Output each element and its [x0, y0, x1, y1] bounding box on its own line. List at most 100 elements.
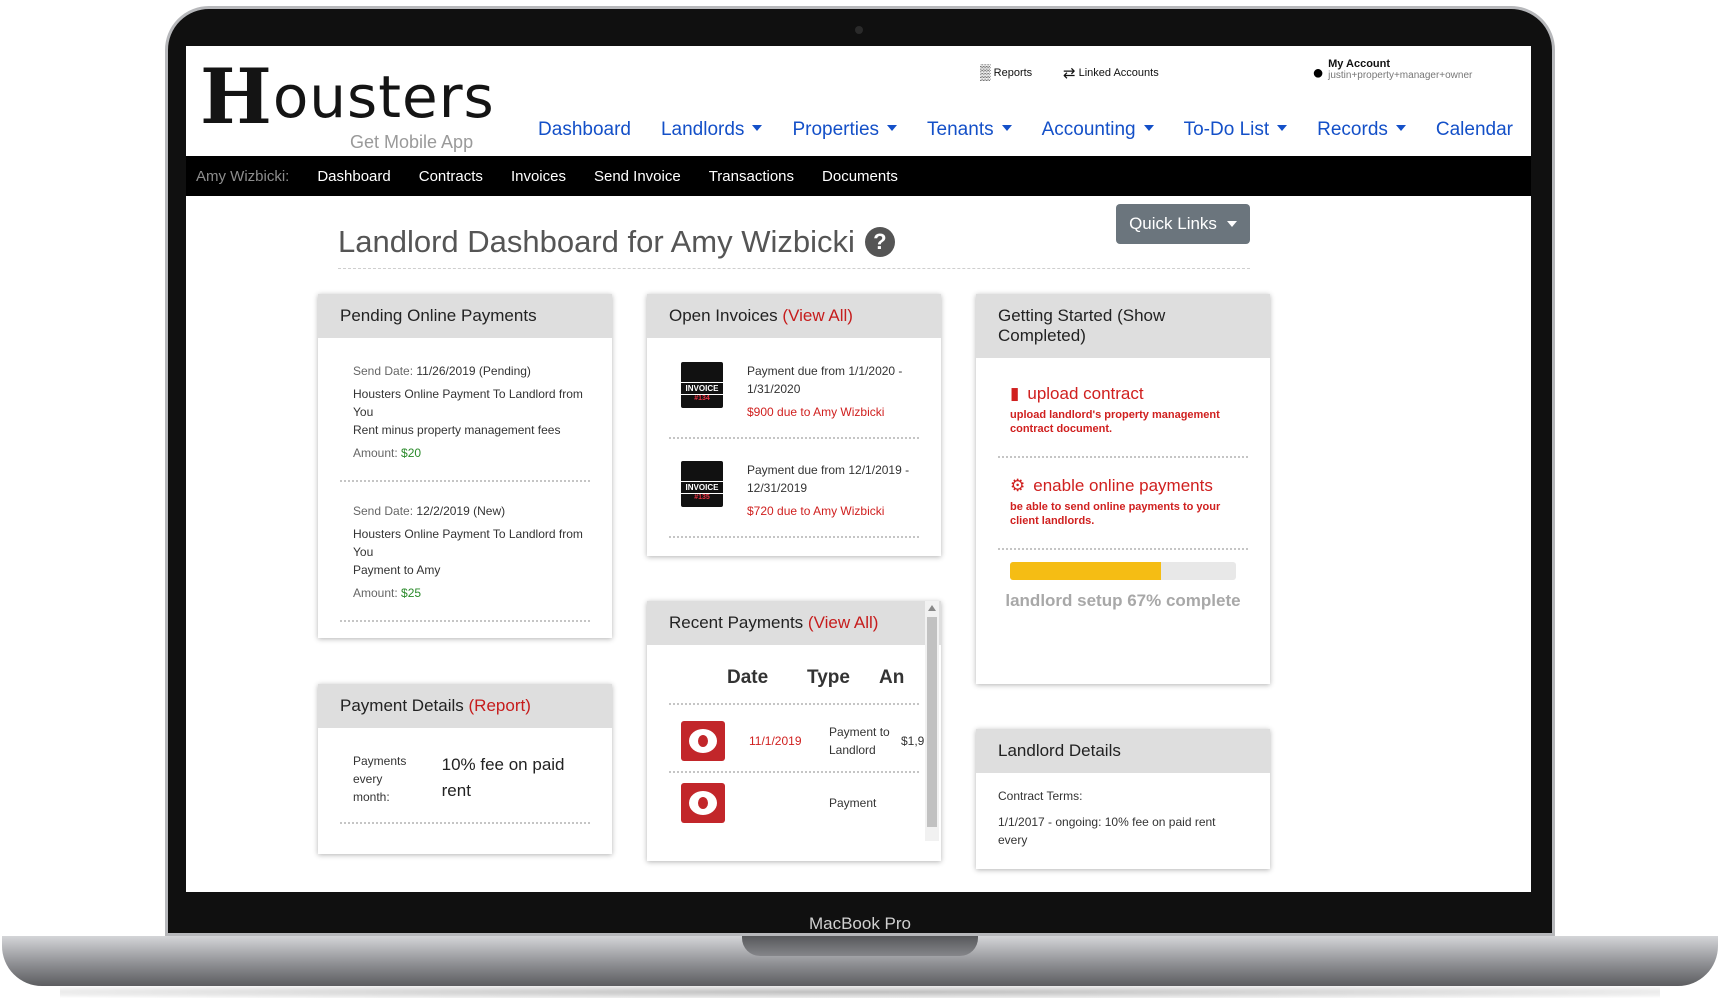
setup-item-desc: be able to send online payments to your …: [1010, 501, 1221, 527]
divider: [669, 703, 919, 705]
nav-dashboard[interactable]: Dashboard: [538, 119, 631, 141]
table-row[interactable]: 11/1/2019 Payment to Landlord $1,9: [647, 715, 941, 761]
caret-down-icon: [1226, 221, 1237, 227]
payment-description: Housters Online Payment To Landlord from…: [353, 527, 583, 559]
nav-records[interactable]: Records: [1317, 119, 1406, 141]
card-title: Getting Started (Show Completed): [976, 294, 1270, 358]
logo-text: ousters: [272, 63, 495, 131]
payment-note: Rent minus property management fees: [353, 423, 561, 437]
caret-down-icon: [752, 125, 763, 131]
swap-arrows-icon: ⇄: [1063, 65, 1076, 82]
nav-calendar[interactable]: Calendar: [1436, 119, 1513, 141]
cash-icon: [681, 783, 725, 823]
get-mobile-app-link[interactable]: Get Mobile App: [350, 132, 473, 153]
recent-payments-card: Recent Payments (View All) Date Type An …: [647, 601, 941, 861]
quick-links-label: Quick Links: [1129, 214, 1217, 233]
setup-item-enable-payments[interactable]: ⚙ enable online payments be able to send …: [976, 468, 1270, 534]
setup-item-title: upload contract: [1027, 384, 1144, 403]
scrollbar-thumb[interactable]: [927, 617, 937, 827]
reports-label: Reports: [993, 66, 1033, 79]
card-title: Landlord Details: [976, 729, 1270, 773]
nav-label: To-Do List: [1183, 119, 1270, 140]
divider: [998, 548, 1248, 550]
browser-screen: Housters Get Mobile App ▒ Reports ⇄ Link…: [186, 46, 1531, 892]
column-amount: An: [879, 667, 905, 688]
linked-accounts-link[interactable]: ⇄ Linked Accounts: [1063, 64, 1159, 82]
subnav-documents[interactable]: Documents: [822, 168, 898, 185]
nav-todo-list[interactable]: To-Do List: [1184, 119, 1288, 141]
view-all-payments-link[interactable]: (View All): [808, 613, 879, 632]
divider: [669, 536, 919, 538]
invoice-item[interactable]: INVOICE #134 Payment due from 1/1/2020 - …: [647, 338, 941, 427]
caret-down-icon: [887, 125, 898, 131]
table-row[interactable]: Payment: [647, 783, 941, 823]
payment-amount: $1,9: [901, 734, 925, 748]
nav-properties[interactable]: Properties: [792, 119, 898, 141]
nav-landlords[interactable]: Landlords: [660, 119, 763, 141]
nav-tenants[interactable]: Tenants: [927, 119, 1012, 141]
payment-amount: Amount: $25: [353, 586, 422, 600]
recent-payments-header: Date Type An: [647, 645, 941, 689]
pending-payments-card: Pending Online Payments Send Date: 11/26…: [318, 294, 612, 638]
quick-links-button[interactable]: Quick Links: [1116, 204, 1250, 244]
device-label: MacBook Pro: [808, 914, 912, 933]
payment-description: Housters Online Payment To Landlord from…: [353, 387, 583, 419]
my-account-label: My Account: [1328, 58, 1391, 70]
card-title: Recent Payments (View All): [647, 601, 941, 645]
gear-icon: ⚙: [1010, 476, 1026, 495]
subnav-invoices[interactable]: Invoices: [511, 168, 566, 185]
payment-note: Payment to Amy: [353, 563, 441, 577]
payment-type: Payment to Landlord: [829, 725, 890, 757]
invoice-due: $720 due to Amy Wizbicki: [747, 504, 885, 518]
send-date: Send Date: 11/26/2019 (Pending): [353, 364, 531, 378]
title-divider: [338, 268, 1250, 269]
setup-item-upload-contract[interactable]: ▮ upload contract upload landlord's prope…: [976, 358, 1270, 442]
setup-progress-bar: [1010, 562, 1236, 580]
invoice-icon: INVOICE #134: [681, 362, 723, 408]
invoice-period: Payment due from 12/1/2019 - 12/31/2019: [747, 463, 910, 495]
scroll-up-icon[interactable]: [928, 605, 936, 611]
caret-down-icon: [1395, 125, 1406, 131]
payment-details-card: Payment Details (Report) Payments every …: [318, 684, 612, 854]
divider: [340, 822, 590, 824]
invoice-icon: INVOICE #135: [681, 461, 723, 507]
pending-payment-entry: Send Date: 12/2/2019 (New) Housters Onli…: [318, 492, 612, 602]
help-icon[interactable]: ?: [864, 227, 895, 257]
payment-fee-value: 10% fee on paid rent: [441, 755, 565, 800]
getting-started-card: Getting Started (Show Completed) ▮ upload…: [976, 294, 1270, 684]
divider: [669, 437, 919, 439]
subnav-send-invoice[interactable]: Send Invoice: [594, 168, 681, 185]
nav-label: Accounting: [1041, 119, 1136, 140]
card-title: Payment Details (Report): [318, 684, 612, 728]
view-all-invoices-link[interactable]: (View All): [782, 306, 853, 325]
file-icon: ▮: [1010, 384, 1020, 403]
subnav-dashboard[interactable]: Dashboard: [317, 168, 390, 185]
housters-logo[interactable]: Housters: [200, 52, 495, 141]
my-account-link[interactable]: ● My Account justin+property+manager+own…: [1312, 58, 1472, 85]
cash-icon: [681, 721, 725, 761]
landlord-details-card: Landlord Details Contract Terms: 1/1/201…: [976, 729, 1270, 869]
payment-type: Payment: [829, 796, 877, 810]
invoice-period: Payment due from 1/1/2020 - 1/31/2020: [747, 364, 903, 396]
landlord-subnav: Amy Wizbicki: Dashboard Contracts Invoic…: [186, 156, 1531, 196]
column-date: Date: [727, 667, 769, 688]
nav-label: Landlords: [660, 119, 745, 140]
scrollbar[interactable]: [925, 601, 939, 841]
nav-accounting[interactable]: Accounting: [1042, 119, 1154, 141]
reports-link[interactable]: ▒ Reports: [980, 64, 1032, 81]
caret-down-icon: [1143, 125, 1154, 131]
payment-date: 11/1/2019: [749, 734, 802, 748]
contract-terms-label: Contract Terms:: [998, 789, 1083, 803]
nav-label: Records: [1317, 119, 1388, 140]
setup-progress-label: landlord setup 67% complete: [1005, 591, 1241, 610]
subnav-transactions[interactable]: Transactions: [709, 168, 794, 185]
laptop-notch: [742, 936, 978, 956]
laptop-shadow: [60, 986, 1660, 998]
subnav-contracts[interactable]: Contracts: [419, 168, 483, 185]
caret-down-icon: [1277, 125, 1288, 131]
page-title-text: Landlord Dashboard for Amy Wizbicki: [338, 224, 855, 259]
contract-terms: 1/1/2017 - ongoing: 10% fee on paid rent…: [998, 815, 1216, 847]
report-link[interactable]: (Report): [469, 696, 531, 715]
invoice-item[interactable]: INVOICE #135 Payment due from 12/1/2019 -…: [647, 449, 941, 526]
invoice-due: $900 due to Amy Wizbicki: [747, 405, 885, 419]
